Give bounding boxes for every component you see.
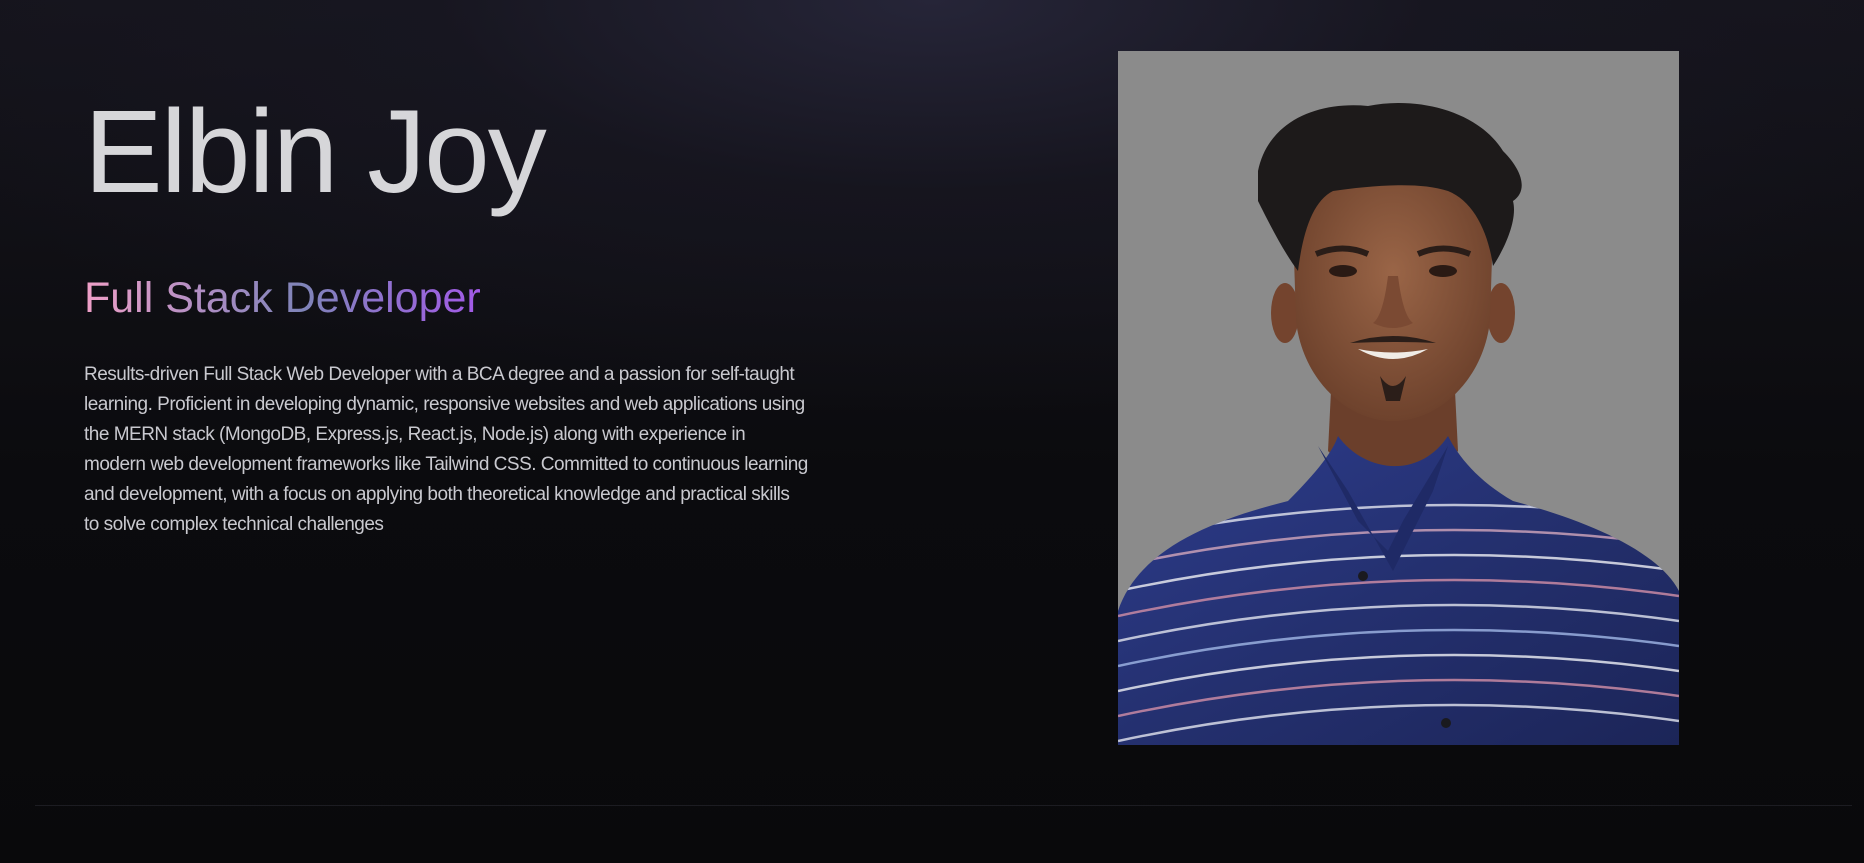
section-divider [35, 805, 1852, 806]
hero-name: Elbin Joy [84, 86, 547, 218]
hero-section: Elbin Joy Full Stack Developer Results-d… [0, 0, 1864, 805]
hero-text: Elbin Joy Full Stack Developer Results-d… [84, 82, 814, 540]
profile-portrait-illustration [1118, 51, 1679, 745]
profile-photo [1118, 51, 1679, 745]
hero-role: Full Stack Developer [84, 274, 481, 322]
hero-bio: Results-driven Full Stack Web Developer … [84, 364, 808, 535]
